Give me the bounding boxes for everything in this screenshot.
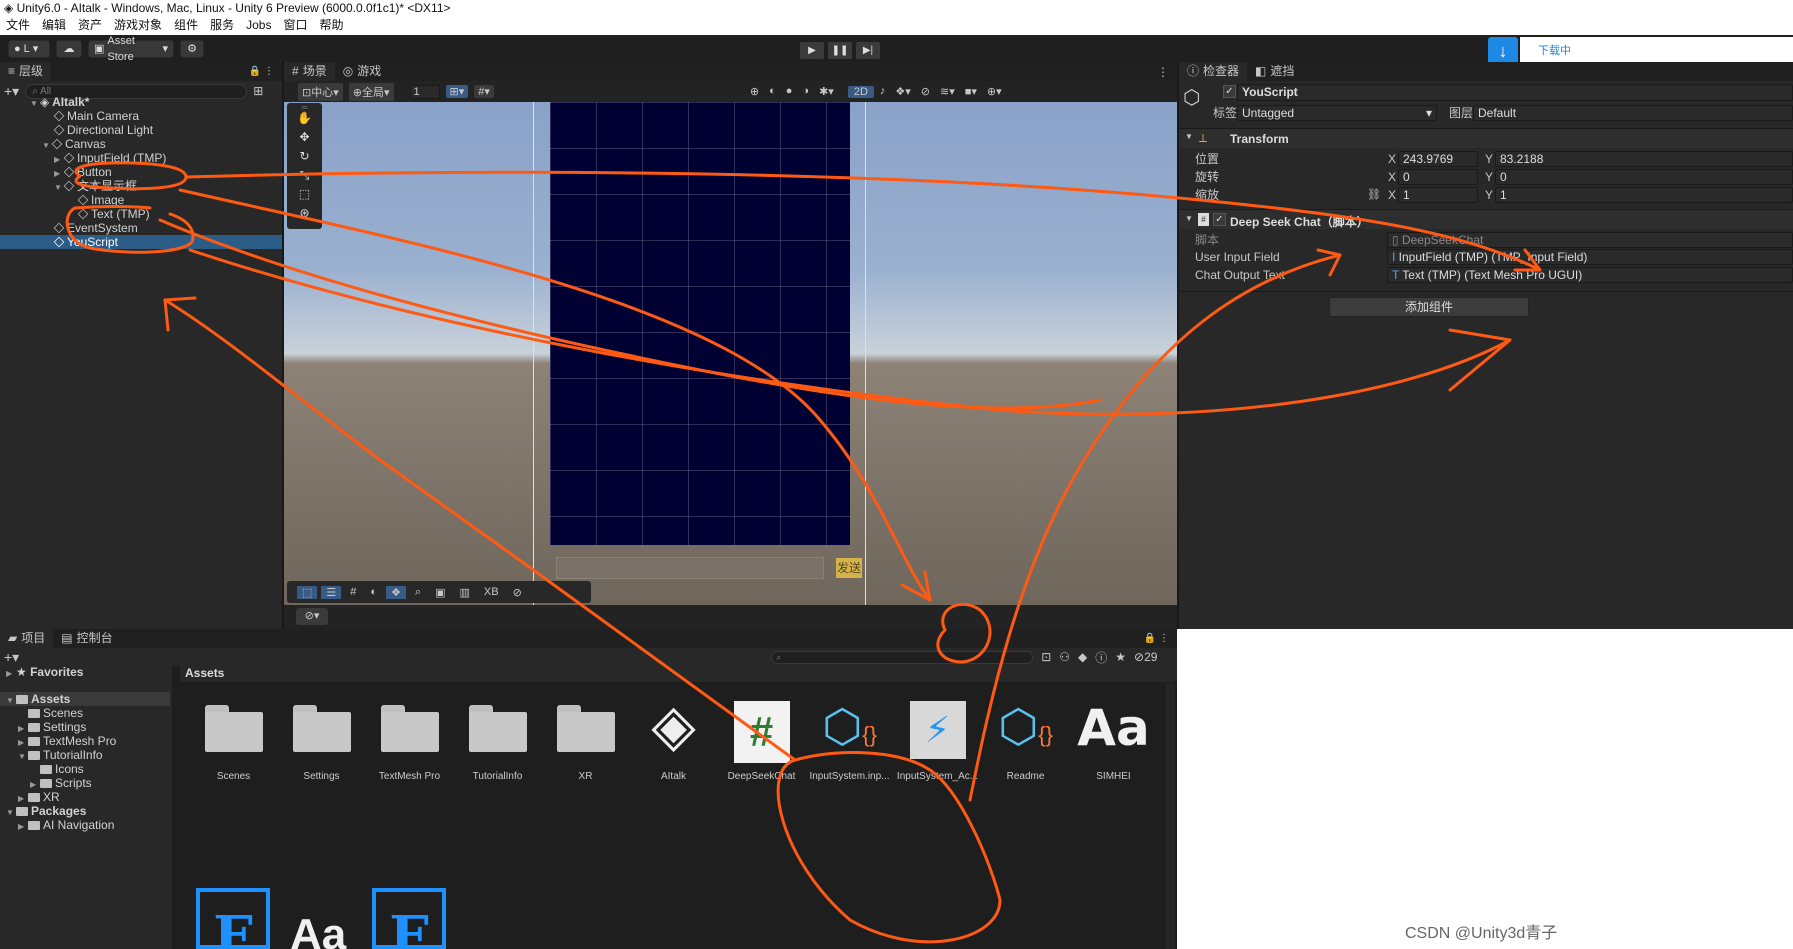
annotation-arrow-to-send (178, 188, 932, 602)
annotation-circle-textbox (65, 205, 195, 254)
annotation-arrow-to-add-component (188, 248, 1512, 416)
annotation-arrow-to-youscript (163, 296, 797, 762)
annotation-circle-send (936, 603, 992, 664)
annotation-circle-script (776, 751, 1002, 944)
annotation-arrow-to-inspector (158, 218, 1342, 410)
annotation-circle-inputfield (74, 161, 188, 191)
annotation-overlay (65, 161, 1542, 944)
annotation-arrow-script-to-component (968, 253, 1342, 802)
